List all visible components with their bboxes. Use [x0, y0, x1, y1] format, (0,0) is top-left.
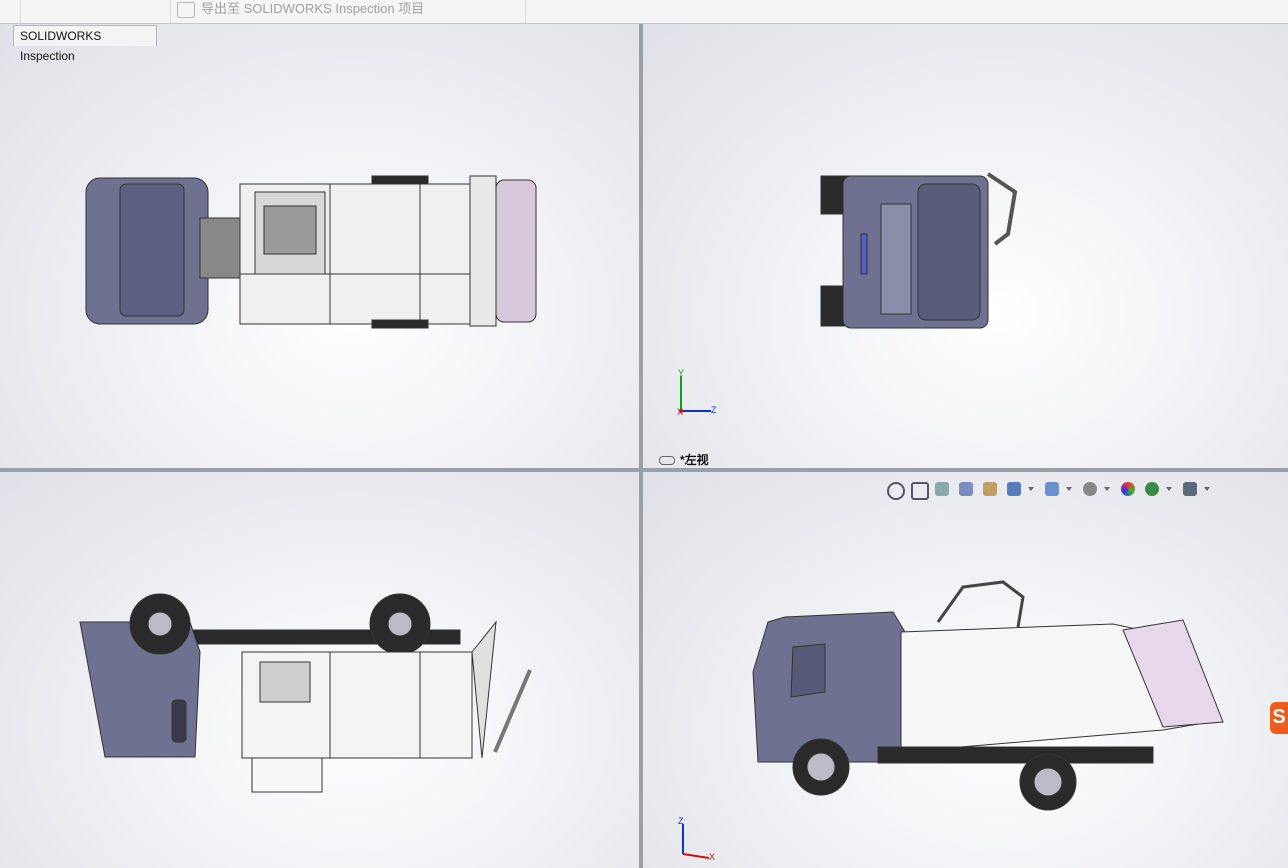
tire-bottom — [371, 319, 429, 329]
export-inspection-icon — [177, 2, 195, 18]
door-window — [171, 699, 187, 743]
display-style-dropdown-icon[interactable] — [1066, 487, 1072, 491]
export-inspection-button[interactable]: 导出至 SOLIDWORKS Inspection 项目 — [170, 0, 526, 23]
zoom-to-fit-icon[interactable] — [884, 479, 905, 500]
step-ladder — [251, 757, 323, 793]
apply-scene-icon[interactable] — [1142, 479, 1162, 499]
hopper-bin — [263, 205, 317, 255]
tailgate-frame — [469, 175, 497, 327]
command-manager-bar: 导出至 SOLIDWORKS Inspection 项目 — [0, 0, 1288, 24]
lift-arm — [493, 669, 532, 753]
truck-isometric-view — [682, 580, 1224, 859]
hide-show-icon[interactable] — [1080, 479, 1100, 499]
hide-show-dropdown-icon[interactable] — [1104, 487, 1110, 491]
export-inspection-label: 导出至 SOLIDWORKS Inspection 项目 — [201, 1, 425, 16]
viewport-bottom-left[interactable] — [0, 472, 639, 868]
view-settings-dropdown-icon[interactable] — [1204, 487, 1210, 491]
truck-front-view — [679, 172, 1018, 413]
triad-iso-view — [682, 824, 710, 859]
view-name: *左视 — [680, 453, 709, 467]
triad-x-label: X — [677, 407, 684, 417]
heads-up-view-toolbar — [884, 478, 1214, 500]
previous-view-icon[interactable] — [932, 479, 952, 499]
tailgate-side — [471, 620, 497, 759]
zoom-to-area-icon[interactable] — [908, 479, 929, 500]
windshield — [917, 183, 981, 321]
tire-top — [371, 175, 429, 185]
triad-iso-x-label: X — [709, 852, 716, 862]
truck-side-view — [79, 593, 532, 793]
viewport-splitter-horizontal[interactable] — [0, 468, 1288, 472]
headlight — [860, 233, 868, 275]
chassis-iso — [877, 746, 1154, 764]
cab-iso — [752, 611, 906, 763]
rear-door — [495, 179, 537, 323]
roof-rack — [936, 580, 1025, 628]
truck-top-view — [85, 175, 537, 329]
viewport-top-right[interactable]: Y X Z *左视 — [643, 24, 1288, 468]
edit-appearance-icon[interactable] — [1118, 479, 1138, 499]
toolbar-edge — [0, 0, 21, 23]
viewport-top-left[interactable] — [0, 24, 639, 468]
cab-window — [790, 643, 826, 698]
section-view-icon[interactable] — [956, 479, 976, 499]
link-icon — [659, 456, 675, 466]
view-settings-icon[interactable] — [1180, 479, 1200, 499]
triad-iso-z-label: Z — [678, 816, 684, 826]
view-orientation-dropdown-icon[interactable] — [1028, 487, 1034, 491]
dynamic-annotation-icon[interactable] — [980, 479, 1000, 499]
cab-hood — [119, 183, 185, 317]
side-ladder — [986, 172, 1018, 246]
chassis-link — [199, 217, 241, 279]
viewport-splitter-vertical[interactable] — [639, 24, 643, 868]
tab-solidworks-inspection[interactable]: SOLIDWORKS Inspection — [13, 25, 157, 63]
triad-y-label: Y — [678, 368, 685, 378]
triad-z-label: Z — [711, 405, 717, 415]
hopper-side — [259, 661, 311, 703]
triad-left-view — [679, 376, 711, 413]
ime-badge-icon[interactable]: S — [1270, 702, 1288, 734]
view-orientation-icon[interactable] — [1004, 479, 1024, 499]
viewport-bottom-right[interactable]: Z X S — [643, 472, 1288, 868]
view-orientation-label: *左视 — [659, 451, 709, 468]
grille — [880, 203, 912, 315]
display-style-icon[interactable] — [1042, 479, 1062, 499]
apply-scene-dropdown-icon[interactable] — [1166, 487, 1172, 491]
